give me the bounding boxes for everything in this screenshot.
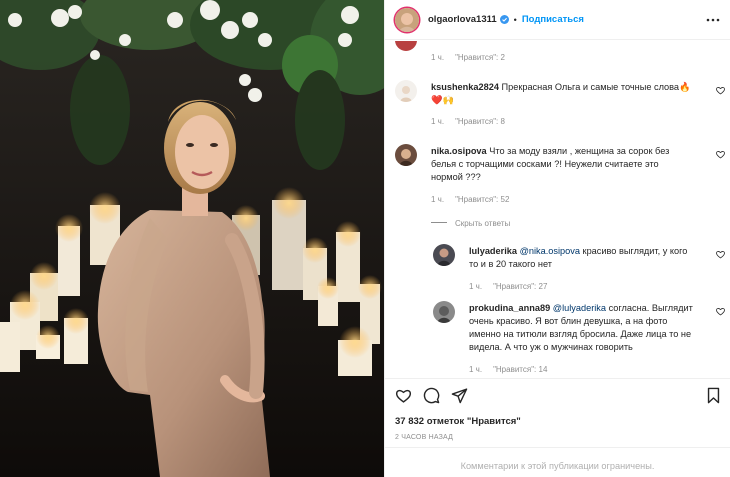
reply-like-icon[interactable] xyxy=(716,250,725,259)
reply-text-line: то и в 20 такого нет xyxy=(469,259,553,269)
comment-icon[interactable] xyxy=(423,387,440,404)
comment-avatar[interactable] xyxy=(395,41,417,51)
comment-body: ksushenka2824 Прекрасная Ольга и самые т… xyxy=(431,81,693,107)
hide-replies-line xyxy=(431,222,447,223)
more-icon[interactable] xyxy=(706,14,720,26)
post-header: olgaorlova1311 • Подписаться xyxy=(385,0,730,40)
reply-time: 1 ч. xyxy=(469,365,483,374)
comments-list: 1 ч. "Нравится": 2 ksushenka2824 Прекрасн… xyxy=(385,41,730,378)
reply-meta: 1 ч. "Нравится": 27 xyxy=(469,282,547,291)
comment-time: 1 ч. xyxy=(431,117,445,126)
comment-meta: 1 ч. "Нравится": 8 xyxy=(431,117,505,126)
reply-mention[interactable]: @lulyaderika xyxy=(553,303,606,313)
post-actions xyxy=(385,378,730,412)
comment-text-line: нормой ??? xyxy=(431,172,481,182)
reply-body: prokudina_anna89 @lulyaderika согласна. … xyxy=(469,302,707,354)
comment-time: 1 ч. xyxy=(431,53,445,62)
reply-likes[interactable]: "Нравится": 14 xyxy=(493,365,547,374)
reply-like-icon[interactable] xyxy=(716,307,725,316)
reply-username[interactable]: lulyaderika xyxy=(469,246,517,256)
post-side-panel: olgaorlova1311 • Подписаться 1 ч. "Нравит… xyxy=(384,0,730,477)
reply-text-line: красиво выглядит, у кого xyxy=(582,246,688,256)
comment-avatar[interactable] xyxy=(395,80,417,102)
comment-like-icon[interactable] xyxy=(716,150,725,159)
comment-likes[interactable]: "Нравится": 2 xyxy=(455,53,505,62)
comment-username[interactable]: ksushenka2824 xyxy=(431,82,499,92)
comment-username[interactable]: nika.osipova xyxy=(431,146,487,156)
bookmark-icon[interactable] xyxy=(705,387,722,404)
reply-avatar[interactable] xyxy=(433,301,455,323)
post-like-count[interactable]: 37 832 отметок "Нравится" xyxy=(395,416,521,427)
comment-meta: 1 ч. "Нравится": 52 xyxy=(431,195,509,204)
comment-likes[interactable]: "Нравится": 8 xyxy=(455,117,505,126)
verified-icon xyxy=(499,15,509,24)
comment-text-line: белья с торчащими сосками ?! Неужели счи… xyxy=(431,159,659,169)
post-image xyxy=(0,0,384,477)
reply-time: 1 ч. xyxy=(469,282,483,291)
post-viewer: olgaorlova1311 • Подписаться 1 ч. "Нравит… xyxy=(0,0,730,477)
comment-like-icon[interactable] xyxy=(716,86,725,95)
reply-text-line: очень красиво. Я вот блин девушка, а на … xyxy=(469,316,668,326)
reply-text-line: видела. А что уж о мужчинах говорить xyxy=(469,342,633,352)
hide-replies-button[interactable]: Скрыть ответы xyxy=(431,219,510,228)
post-time-ago[interactable]: 2 ЧАСОВ НАЗАД xyxy=(395,434,453,441)
comments-limited-notice: Комментарии к этой публикации ограничены… xyxy=(385,447,730,477)
author-avatar[interactable] xyxy=(395,7,419,32)
author-username[interactable]: olgaorlova1311 xyxy=(428,14,497,25)
share-icon[interactable] xyxy=(451,387,468,404)
reply-meta: 1 ч. "Нравится": 14 xyxy=(469,365,547,374)
post-photo[interactable] xyxy=(0,0,384,477)
reply-username[interactable]: prokudina_anna89 xyxy=(469,303,550,313)
comment-likes[interactable]: "Нравится": 52 xyxy=(455,195,509,204)
reply-body: lulyaderika @nika.osipova красиво выгляд… xyxy=(469,245,705,271)
reply-mention[interactable]: @nika.osipova xyxy=(520,246,580,256)
comment-meta: 1 ч. "Нравится": 2 xyxy=(431,53,505,62)
comment-body: nika.osipova Что за моду взяли , женщина… xyxy=(431,145,693,184)
reply-text-line: именно на титюли взгляд бросила. Даже ли… xyxy=(469,329,692,339)
heart-icon[interactable] xyxy=(395,387,412,404)
comment-text-line: Что за моду взяли , женщина за сорок без xyxy=(489,146,670,156)
comment-avatar[interactable] xyxy=(395,144,417,166)
comment-time: 1 ч. xyxy=(431,195,445,204)
follow-button[interactable]: Подписаться xyxy=(522,14,584,25)
reply-avatar[interactable] xyxy=(433,244,455,266)
hide-replies-label: Скрыть ответы xyxy=(455,219,511,228)
separator-dot: • xyxy=(513,14,517,25)
reply-likes[interactable]: "Нравится": 27 xyxy=(493,282,547,291)
reply-text-line: согласна. Выглядит xyxy=(608,303,693,313)
